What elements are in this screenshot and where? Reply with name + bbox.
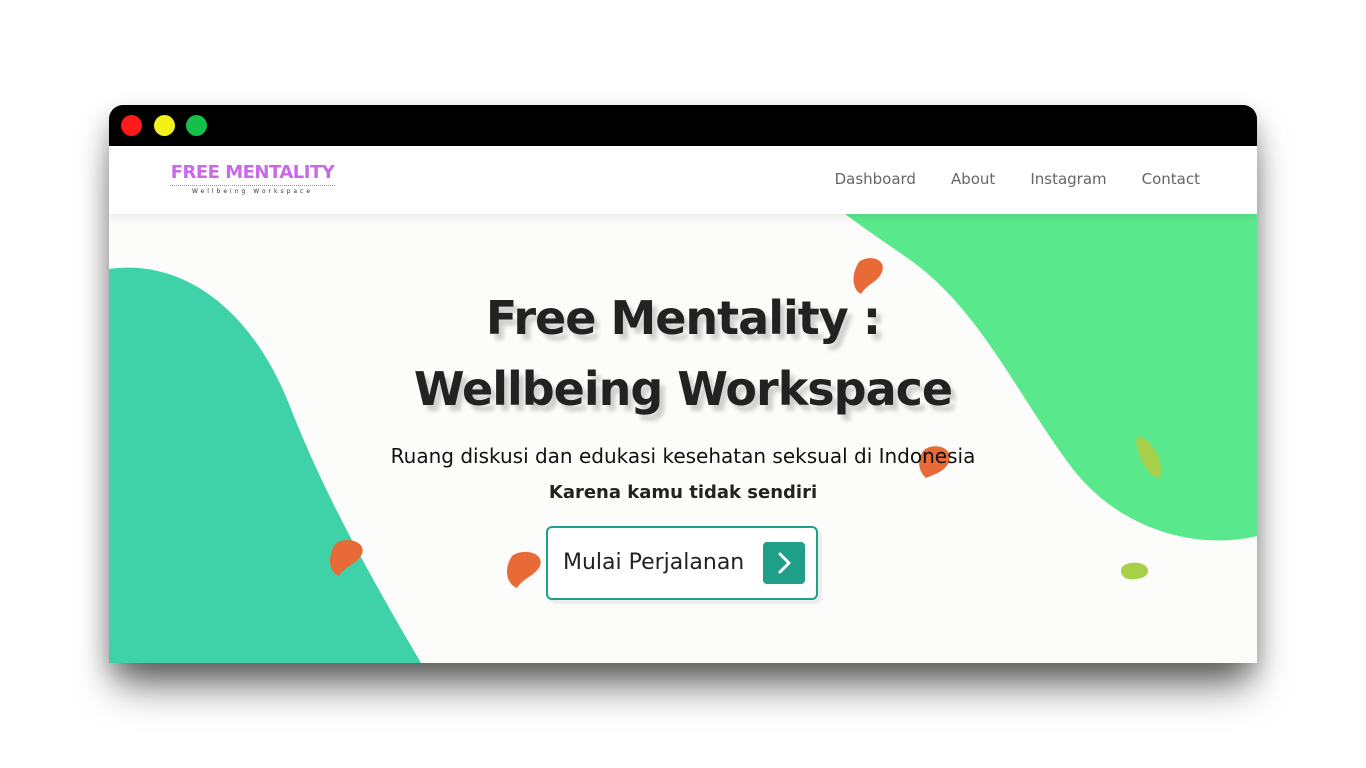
hero-section: Free Mentality : Wellbeing Workspace Rua… xyxy=(109,214,1257,663)
close-window-button[interactable] xyxy=(121,115,142,136)
nav-link-instagram[interactable]: Instagram xyxy=(1030,170,1106,188)
start-journey-label: Mulai Perjalanan xyxy=(563,550,745,575)
site-logo[interactable]: FREE MENTALITY Wellbeing Workspace xyxy=(170,162,335,195)
hero-title-line1: Free Mentality : xyxy=(485,291,881,345)
nav-links: Dashboard About Instagram Contact xyxy=(835,170,1200,188)
window-titlebar xyxy=(109,105,1257,146)
browser-window: FREE MENTALITY Wellbeing Workspace Dashb… xyxy=(109,105,1257,663)
nav-link-dashboard[interactable]: Dashboard xyxy=(835,170,916,188)
hero-subtagline: Karena kamu tidak sendiri xyxy=(548,482,818,503)
start-journey-button[interactable]: Mulai Perjalanan xyxy=(546,526,818,600)
hero-title-line2: Wellbeing Workspace xyxy=(413,362,953,416)
maximize-window-button[interactable] xyxy=(186,115,207,136)
logo-subtitle: Wellbeing Workspace xyxy=(191,188,314,195)
navbar: FREE MENTALITY Wellbeing Workspace Dashb… xyxy=(109,146,1257,214)
orange-blob xyxy=(506,551,541,588)
logo-title: FREE MENTALITY xyxy=(170,162,335,186)
orange-blob xyxy=(853,258,883,294)
hero-tagline: Ruang diskusi dan edukasi kesehatan seks… xyxy=(390,444,976,468)
lime-blob xyxy=(1120,562,1149,580)
minimize-window-button[interactable] xyxy=(154,115,175,136)
nav-link-about[interactable]: About xyxy=(951,170,995,188)
nav-link-contact[interactable]: Contact xyxy=(1142,170,1200,188)
chevron-right-icon xyxy=(763,542,805,584)
